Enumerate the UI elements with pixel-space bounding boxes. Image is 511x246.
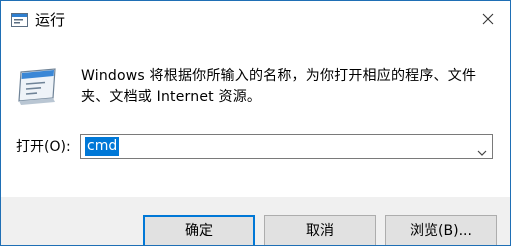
close-button[interactable] <box>466 1 510 37</box>
ok-button[interactable]: 确定 <box>143 215 255 245</box>
browse-button[interactable]: 浏览(B)... <box>385 215 497 245</box>
description-text: Windows 将根据你所输入的名称，为你打开相应的程序、文件夹、文档或 Int… <box>81 68 477 105</box>
run-program-icon <box>15 68 59 106</box>
open-input[interactable]: cmd <box>85 137 120 156</box>
title-bar[interactable]: 运行 <box>1 1 510 39</box>
open-combobox[interactable]: cmd <box>80 134 493 159</box>
cancel-button[interactable]: 取消 <box>264 215 376 245</box>
button-bar: 确定 取消 浏览(B)... <box>1 197 510 245</box>
chevron-down-icon[interactable] <box>477 142 487 156</box>
run-app-icon <box>11 12 28 27</box>
open-label: 打开(O): <box>16 139 71 155</box>
dialog-body: Windows 将根据你所输入的名称，为你打开相应的程序、文件夹、文档或 Int… <box>1 39 510 197</box>
run-dialog: 运行 Windows 将根据你所输入的名称，为你打开相应的程序、文件夹、文档或 … <box>0 0 511 246</box>
window-title: 运行 <box>35 11 66 29</box>
close-icon <box>482 10 494 29</box>
